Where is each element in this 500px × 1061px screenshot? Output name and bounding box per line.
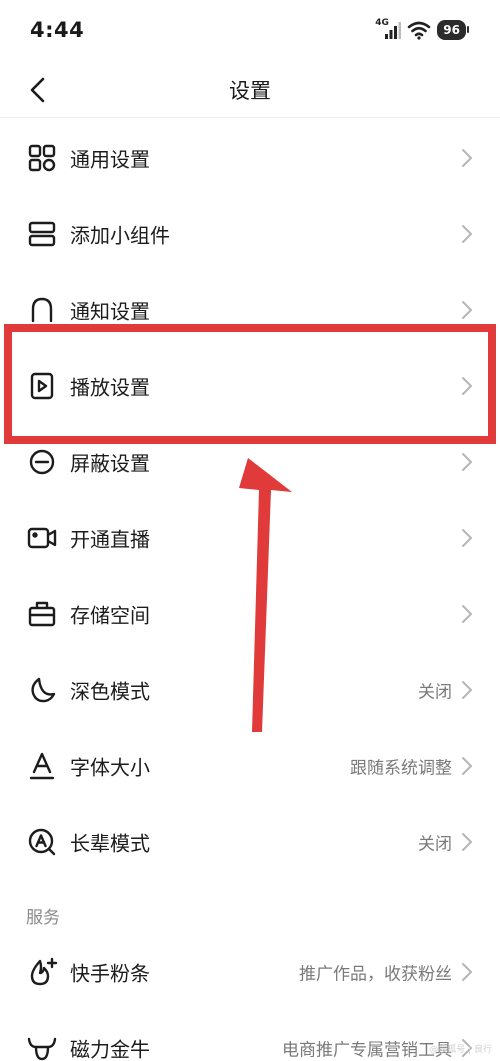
settings-item-label: 长辈模式	[70, 831, 150, 856]
settings-item-elder-mode[interactable]: 长辈模式 关闭	[0, 804, 500, 880]
settings-item-label: 通用设置	[70, 147, 150, 172]
settings-item-magnetic[interactable]: 磁力金牛 电商推广专属营销工具	[0, 1010, 500, 1061]
settings-item-label: 磁力金牛	[70, 1037, 150, 1061]
settings-item-value: 推广作品，收获粉丝	[299, 964, 452, 985]
services-list: 快手粉条 推广作品，收获粉丝 磁力金牛 电商推广专属营销工具	[0, 934, 500, 1061]
settings-item-font-size[interactable]: 字体大小 跟随系统调整	[0, 728, 500, 804]
settings-item-label: 开通直播	[70, 527, 150, 552]
chevron-right-icon	[462, 377, 472, 395]
elder-icon	[26, 826, 58, 858]
settings-item-label: 快手粉条	[70, 961, 150, 986]
video-camera-icon	[26, 522, 58, 554]
settings-item-label: 添加小组件	[70, 223, 170, 248]
settings-item-label: 屏蔽设置	[70, 451, 150, 476]
moon-icon	[26, 674, 58, 706]
bell-icon	[26, 294, 58, 326]
status-time: 4:44	[30, 18, 85, 42]
settings-item-value: 跟随系统调整	[350, 758, 452, 779]
settings-item-widgets[interactable]: 添加小组件	[0, 196, 500, 272]
settings-item-label: 存储空间	[70, 603, 150, 628]
settings-item-fans[interactable]: 快手粉条 推广作品，收获粉丝	[0, 934, 500, 1010]
font-icon	[26, 750, 58, 782]
page-title: 设置	[229, 79, 271, 103]
fire-plus-icon	[26, 956, 58, 988]
settings-item-notifications[interactable]: 通知设置	[0, 272, 500, 348]
settings-item-playback[interactable]: 播放设置	[0, 348, 500, 424]
play-icon	[26, 370, 58, 402]
settings-item-label: 字体大小	[70, 755, 150, 780]
settings-item-value: 关闭	[418, 834, 452, 855]
chevron-right-icon	[462, 833, 472, 851]
chevron-right-icon	[462, 757, 472, 775]
settings-item-dark-mode[interactable]: 深色模式 关闭	[0, 652, 500, 728]
signal-icon: 4G	[375, 18, 402, 40]
chevron-right-icon	[462, 605, 472, 623]
settings-item-live[interactable]: 开通直播	[0, 500, 500, 576]
settings-item-label: 通知设置	[70, 299, 150, 324]
settings-item-general[interactable]: 通用设置	[0, 120, 500, 196]
status-icons: 4G 96	[375, 18, 469, 42]
widget-icon	[26, 218, 58, 250]
chevron-right-icon	[462, 963, 472, 981]
settings-item-value: 电商推广专属营销工具	[282, 1040, 452, 1061]
block-icon	[26, 446, 58, 478]
bull-icon	[26, 1032, 58, 1061]
chevron-right-icon	[462, 301, 472, 319]
watermark: @搜狐号 | 良行	[429, 1045, 492, 1055]
settings-item-storage[interactable]: 存储空间	[0, 576, 500, 652]
status-bar: 4:44 4G 96	[0, 0, 500, 62]
settings-item-label: 播放设置	[70, 375, 150, 400]
section-header-services: 服务	[26, 908, 60, 928]
chevron-right-icon	[462, 529, 472, 547]
chevron-right-icon	[462, 681, 472, 699]
grid-icon	[26, 142, 58, 174]
briefcase-icon	[26, 598, 58, 630]
settings-item-value: 关闭	[418, 682, 452, 703]
chevron-right-icon	[462, 149, 472, 167]
settings-item-block[interactable]: 屏蔽设置	[0, 424, 500, 500]
settings-item-label: 深色模式	[70, 679, 150, 704]
chevron-right-icon	[462, 453, 472, 471]
battery-icon: 96	[437, 20, 469, 40]
settings-list: 通用设置 添加小组件 通知设置 播放设置 屏蔽设置 开通直播 存储空间 深色模式…	[0, 120, 500, 880]
chevron-right-icon	[462, 225, 472, 243]
wifi-icon	[407, 20, 431, 40]
nav-bar: 设置	[0, 62, 500, 118]
